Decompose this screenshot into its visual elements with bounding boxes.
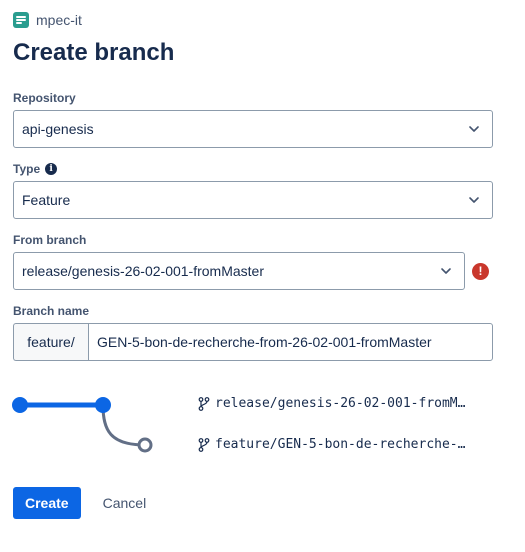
chevron-down-icon bbox=[441, 268, 451, 274]
from-branch-select[interactable]: release/genesis-26-02-001-fromMaster bbox=[13, 252, 465, 290]
branch-icon bbox=[198, 396, 210, 411]
branch-name-label-text: Branch name bbox=[13, 304, 90, 318]
branch-name-input[interactable] bbox=[88, 323, 493, 361]
create-branch-page: mpec-it Create branch Repository api-gen… bbox=[0, 0, 525, 552]
from-branch-label-text: From branch bbox=[13, 233, 87, 247]
branch-prefix: feature/ bbox=[13, 323, 88, 361]
chevron-down-icon bbox=[469, 126, 479, 132]
repository-label-text: Repository bbox=[13, 91, 76, 105]
type-label-text: Type bbox=[13, 162, 41, 176]
new-branch-preview: feature/GEN-5-bon-de-recherche-… bbox=[198, 437, 465, 452]
repository-select[interactable]: api-genesis bbox=[13, 110, 493, 148]
new-branch-node bbox=[137, 437, 153, 453]
source-start-node bbox=[12, 397, 28, 413]
repository-label: Repository bbox=[13, 91, 76, 105]
info-icon[interactable]: i bbox=[45, 163, 58, 175]
type-value: Feature bbox=[22, 192, 71, 208]
branch-name-label: Branch name bbox=[13, 304, 89, 318]
type-select[interactable]: Feature bbox=[13, 181, 493, 219]
branch-graph bbox=[12, 397, 153, 453]
workspace-logo-icon bbox=[13, 12, 29, 28]
branch-name-field: feature/ bbox=[13, 323, 493, 361]
from-branch-value: release/genesis-26-02-001-fromMaster bbox=[22, 263, 264, 279]
branch-icon bbox=[198, 437, 210, 452]
source-branch-preview: release/genesis-26-02-001-fromM… bbox=[198, 396, 465, 411]
error-icon[interactable]: ! bbox=[472, 263, 489, 280]
source-end-node bbox=[95, 397, 111, 413]
page-title: Create branch bbox=[13, 39, 175, 66]
new-branch-curve bbox=[101, 404, 146, 447]
repository-value: api-genesis bbox=[22, 121, 94, 137]
from-branch-label: From branch bbox=[13, 233, 86, 247]
new-branch-name: feature/GEN-5-bon-de-recherche-… bbox=[215, 437, 466, 452]
workspace-name: mpec-it bbox=[36, 12, 82, 28]
type-label: Type i bbox=[13, 162, 58, 176]
source-branch-name: release/genesis-26-02-001-fromM… bbox=[215, 396, 466, 411]
workspace-header: mpec-it bbox=[13, 10, 82, 30]
form-actions: Create Cancel bbox=[13, 487, 158, 519]
chevron-down-icon bbox=[469, 197, 479, 203]
create-button[interactable]: Create bbox=[13, 487, 81, 519]
cancel-button[interactable]: Cancel bbox=[91, 487, 159, 519]
